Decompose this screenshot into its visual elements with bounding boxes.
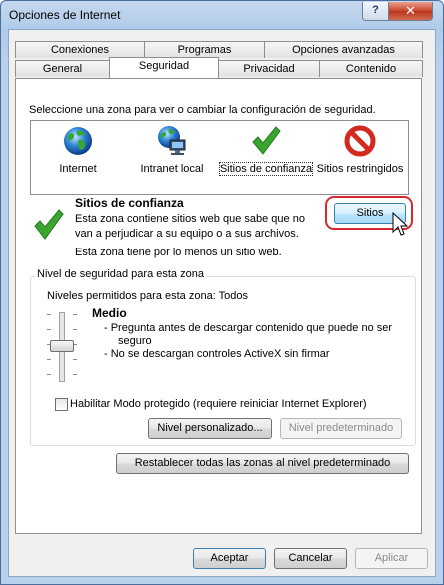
- zone-label: Sitios de confianza: [218, 162, 314, 176]
- globe-icon: [64, 127, 92, 155]
- restricted-icon: [344, 125, 376, 157]
- level-bullet-1-cont: seguro: [118, 335, 152, 347]
- help-button[interactable]: ?: [362, 2, 389, 21]
- ok-button[interactable]: Aceptar: [193, 548, 266, 569]
- reset-all-zones-button[interactable]: Restablecer todas las zonas al nivel pre…: [116, 453, 409, 474]
- window-title: Opciones de Internet: [9, 8, 121, 22]
- security-level-slider[interactable]: [45, 310, 81, 385]
- zone-info-line3: Esta zona tiene por lo menos un sitio we…: [75, 248, 282, 258]
- intranet-icon: [158, 126, 186, 155]
- tab-privacidad[interactable]: Privacidad: [218, 60, 320, 77]
- default-level-button[interactable]: Nivel predeterminado: [280, 418, 402, 439]
- checkmark-icon: [252, 126, 281, 155]
- close-button[interactable]: ✕: [388, 2, 433, 21]
- tab-contenido[interactable]: Contenido: [319, 60, 423, 77]
- checkmark-icon: [34, 209, 64, 240]
- zone-sitios-de-confianza[interactable]: Sitios de confianza: [218, 121, 314, 193]
- title-bar[interactable]: Opciones de Internet ? ✕: [1, 1, 443, 29]
- zone-info-line1: Esta zona contiene sitios web que sabe q…: [75, 213, 305, 225]
- zone-info-line2: van a perjudicar a su equipo o a sus arc…: [75, 228, 299, 240]
- tab-opciones-avanzadas[interactable]: Opciones avanzadas: [264, 41, 423, 58]
- zone-intranet-local[interactable]: Intranet local: [125, 121, 219, 193]
- cancel-button[interactable]: Cancelar: [274, 548, 347, 569]
- protected-mode-checkbox[interactable]: [55, 398, 68, 411]
- zone-label: Internet: [59, 163, 97, 175]
- tab-conexiones[interactable]: Conexiones: [15, 41, 145, 58]
- allowed-levels-text: Niveles permitidos para esta zona: Todos: [47, 290, 248, 302]
- security-level-group-title: Nivel de seguridad para esta zona: [35, 268, 206, 280]
- security-level-name: Medio: [92, 306, 127, 320]
- level-bullet-2: - No se descargan controles ActiveX sin …: [104, 348, 330, 360]
- tab-seguridad[interactable]: Seguridad: [109, 57, 219, 78]
- custom-level-button[interactable]: Nivel personalizado...: [148, 418, 272, 439]
- zone-sitios-restringidos[interactable]: Sitios restringidos: [313, 121, 407, 193]
- zone-label: Intranet local: [140, 163, 204, 175]
- tab-programas[interactable]: Programas: [144, 41, 265, 58]
- tab-general[interactable]: General: [15, 60, 110, 77]
- level-bullet-1: - Pregunta antes de descargar contenido …: [104, 322, 393, 334]
- zone-internet[interactable]: Internet: [31, 121, 125, 193]
- zone-list: Internet Intranet local Sitios de confia…: [30, 120, 409, 195]
- apply-button[interactable]: Aplicar: [355, 548, 428, 569]
- slider-thumb[interactable]: [50, 340, 74, 352]
- protected-mode-label: Habilitar Modo protegido (requiere reini…: [70, 398, 367, 410]
- mouse-cursor-icon: [392, 212, 408, 236]
- zone-info-title: Sitios de confianza: [75, 196, 184, 210]
- zone-label: Sitios restringidos: [316, 163, 404, 175]
- zone-instruction: Seleccione una zona para ver o cambiar l…: [29, 104, 376, 116]
